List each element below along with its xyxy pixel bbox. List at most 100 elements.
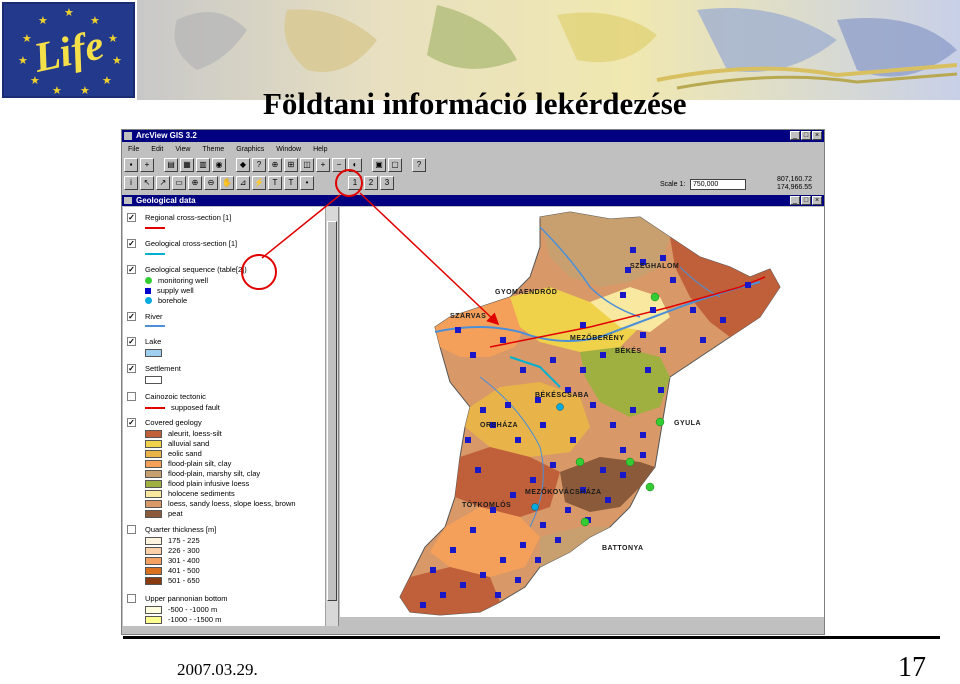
open-table-icon[interactable]: ▥	[196, 158, 210, 172]
theme-checkbox[interactable]: ✓	[127, 418, 136, 427]
edit-legend-icon[interactable]: ▦	[180, 158, 194, 172]
geology-swatch	[145, 449, 162, 458]
zoom-full-extent-icon[interactable]: ⊕	[268, 158, 282, 172]
close-button[interactable]: ×	[812, 131, 822, 140]
borehole-symbol	[145, 297, 152, 304]
thickness-swatch	[145, 576, 162, 585]
theme-checkbox[interactable]: ✓	[127, 265, 136, 274]
theme-properties-icon[interactable]: ▤	[164, 158, 178, 172]
theme-checkbox[interactable]	[127, 594, 136, 603]
legend-label: eolic sand	[168, 449, 202, 458]
geology-swatch	[145, 439, 162, 448]
identify-icon[interactable]: i	[124, 176, 138, 190]
legend-label: alluvial sand	[168, 439, 210, 448]
theme-checkbox[interactable]: ✓	[127, 337, 136, 346]
view-titlebar[interactable]: Geological data _ □ ×	[122, 195, 824, 206]
legend-label: 175 - 225	[168, 536, 200, 545]
theme-checkbox[interactable]: ✓	[127, 213, 136, 222]
legend-row: aleurit, loess-silt	[145, 429, 222, 438]
select-features-icon[interactable]: ▣	[372, 158, 386, 172]
theme-checkbox[interactable]: ✓	[127, 364, 136, 373]
pointer-icon[interactable]: ↖	[140, 176, 154, 190]
map-label-szeghalom: SZEGHALOM	[630, 263, 680, 270]
zoom-in-icon[interactable]: +	[316, 158, 330, 172]
map-label-gyula: GYULA	[674, 420, 701, 427]
query-builder-icon[interactable]: ?	[252, 158, 266, 172]
view-minimize-button[interactable]: _	[790, 196, 800, 205]
menu-graphics[interactable]: Graphics	[236, 146, 264, 153]
toc-scroll-thumb[interactable]	[327, 221, 337, 601]
save-project-icon[interactable]: ▪	[124, 158, 138, 172]
maximize-button[interactable]: □	[801, 131, 811, 140]
coord-y: 174,966.55	[776, 184, 812, 191]
slide-banner: ★ ★ ★ ★ ★ ★ ★ ★ ★ ★ ★ Life	[0, 0, 960, 100]
menu-help[interactable]: Help	[313, 146, 327, 153]
map-label-oroshaza: ORSHÁZA	[480, 422, 519, 429]
legend-label: -500 - -1000 m	[168, 605, 218, 614]
toc-scrollbar[interactable]	[325, 207, 338, 626]
measure-icon[interactable]: ⊿	[236, 176, 250, 190]
custom-tool-3-icon[interactable]: 3	[380, 176, 394, 190]
theme-checkbox[interactable]	[127, 525, 136, 534]
vertex-edit-icon[interactable]: ↗	[156, 176, 170, 190]
zoom-previous-icon[interactable]: ◐	[348, 158, 362, 172]
legend-label: 301 - 400	[168, 556, 200, 565]
zoom-in-tool-icon[interactable]: ⊕	[188, 176, 202, 190]
legend-row: flood-plain, marshy silt, clay	[145, 469, 260, 478]
theme-checkbox[interactable]: ✓	[127, 312, 136, 321]
legend-row	[145, 253, 165, 255]
map-label-szarvas: SZARVAS	[450, 313, 487, 320]
hotlink-icon[interactable]: ⚡	[252, 176, 266, 190]
legend-label: flood-plain, marshy silt, clay	[168, 469, 261, 478]
zoom-to-selected-icon[interactable]: ◫	[300, 158, 314, 172]
text-icon[interactable]: T	[284, 176, 298, 190]
clear-selection-icon[interactable]: ▢	[388, 158, 402, 172]
legend-label: loess, sandy loess, slope loess, brown	[168, 499, 296, 508]
eu-life-logo: ★ ★ ★ ★ ★ ★ ★ ★ ★ ★ ★ Life	[2, 2, 135, 98]
legend-label: holocene sediments	[168, 489, 235, 498]
legend-label: borehole	[158, 296, 188, 305]
legend-row: alluvial sand	[145, 439, 209, 448]
menu-edit[interactable]: Edit	[151, 146, 163, 153]
scale-label: Scale 1:	[660, 181, 686, 188]
theme-checkbox[interactable]	[127, 392, 136, 401]
legend-row: borehole	[145, 296, 187, 305]
zoom-out-icon[interactable]: −	[332, 158, 346, 172]
view-close-button[interactable]: ×	[812, 196, 822, 205]
zoom-out-tool-icon[interactable]: ⊖	[204, 176, 218, 190]
custom-tool-1-icon[interactable]: 1	[348, 176, 362, 190]
menu-view[interactable]: View	[175, 146, 190, 153]
pan-icon[interactable]: ✋	[220, 176, 234, 190]
theme-checkbox[interactable]: ✓	[127, 239, 136, 248]
draw-icon[interactable]: •	[300, 176, 314, 190]
map-label-bekes: BÉKÉS	[615, 348, 642, 355]
menu-window[interactable]: Window	[276, 146, 301, 153]
zoom-to-themes-icon[interactable]: ⊞	[284, 158, 298, 172]
locate-icon[interactable]: ◆	[236, 158, 250, 172]
label-icon[interactable]: T	[268, 176, 282, 190]
tool-bar: i ↖ ↗ ▭ ⊕ ⊖ ✋ ⊿ ⚡ T T • 1 2 3	[124, 175, 394, 191]
add-theme-icon[interactable]: +	[140, 158, 154, 172]
map-display[interactable]: SZEGHALOM GYOMAENDRŐD SZARVAS MEZŐBERÉNY…	[340, 207, 824, 617]
legend-row	[145, 349, 162, 357]
window-title: ArcView GIS 3.2	[136, 131, 197, 140]
geology-swatch	[145, 429, 162, 438]
geology-map[interactable]	[340, 207, 824, 617]
minimize-button[interactable]: _	[790, 131, 800, 140]
help-icon[interactable]: ?	[412, 158, 426, 172]
legend-label: supposed fault	[171, 403, 220, 412]
coordinate-readout: 807,160.72 174,966.55	[772, 176, 812, 192]
menu-file[interactable]: File	[128, 146, 139, 153]
menu-theme[interactable]: Theme	[202, 146, 224, 153]
find-icon[interactable]: ◉	[212, 158, 226, 172]
geology-swatch	[145, 459, 162, 468]
view-maximize-button[interactable]: □	[801, 196, 811, 205]
window-titlebar[interactable]: ArcView GIS 3.2 _ □ ×	[122, 130, 824, 142]
theme-label: Geological sequence (table[2])	[145, 265, 247, 274]
custom-tool-2-icon[interactable]: 2	[364, 176, 378, 190]
legend-row: loess, sandy loess, slope loess, brown	[145, 499, 296, 508]
select-feature-icon[interactable]: ▭	[172, 176, 186, 190]
legend-row: 226 - 300	[145, 546, 200, 555]
map-label-bekescsaba: BÉKÉSCSABA	[535, 392, 590, 399]
scale-input[interactable]: 750,000	[690, 179, 746, 190]
